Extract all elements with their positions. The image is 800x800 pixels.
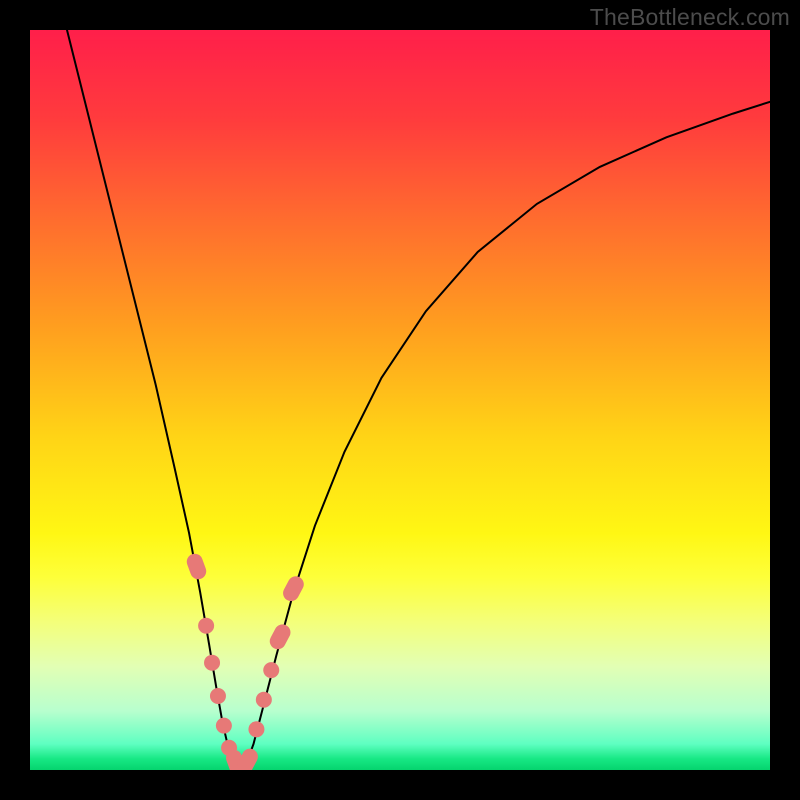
chart-curves xyxy=(30,30,770,770)
outer-frame: TheBottleneck.com xyxy=(0,0,800,800)
curve-left-branch xyxy=(67,30,233,764)
marker-dot xyxy=(216,718,232,734)
marker-pill xyxy=(185,552,209,582)
marker-dot xyxy=(204,655,220,671)
marker-pill xyxy=(280,573,306,603)
marker-dot xyxy=(248,721,264,737)
marker-dot xyxy=(210,688,226,704)
marker-dot xyxy=(263,662,279,678)
watermark-text: TheBottleneck.com xyxy=(590,4,790,31)
plot-area xyxy=(30,30,770,770)
marker-dot xyxy=(198,618,214,634)
marker-dot xyxy=(256,692,272,708)
marker-pill xyxy=(267,622,293,652)
curve-right-branch xyxy=(246,102,770,764)
